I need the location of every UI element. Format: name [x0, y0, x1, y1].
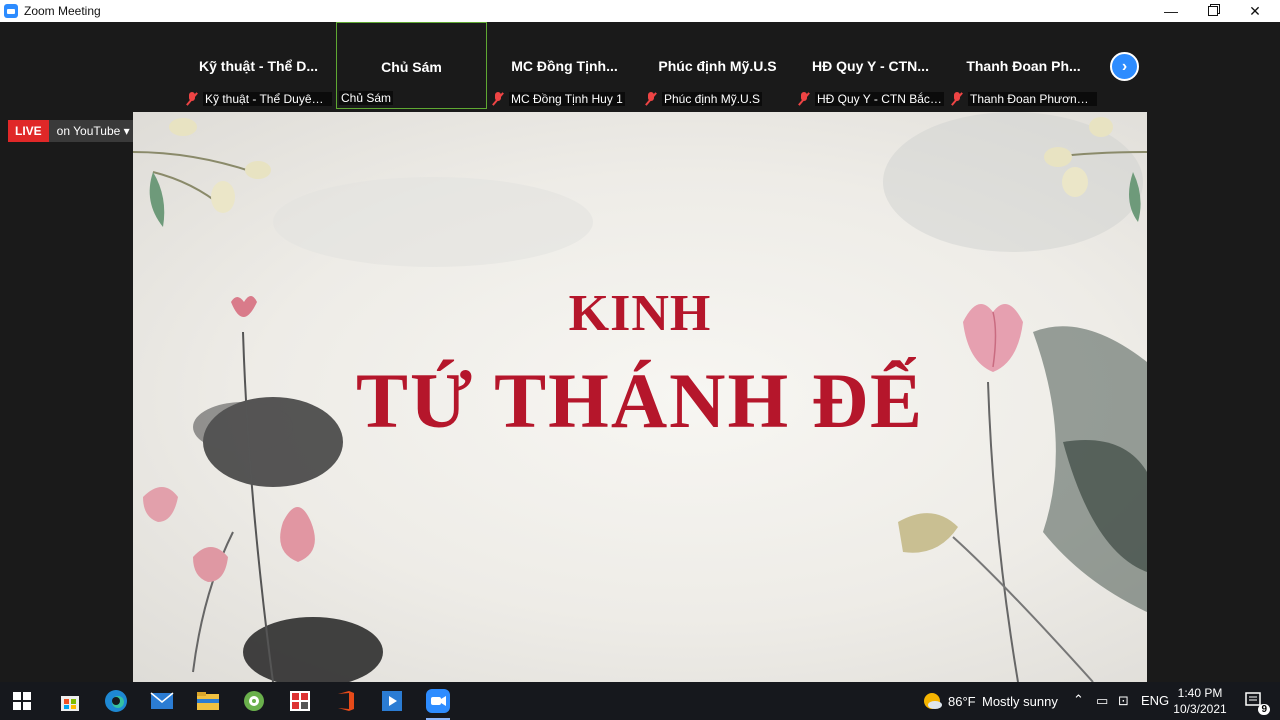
- edge-browser-icon: [105, 690, 127, 712]
- play-icon: [382, 691, 402, 711]
- mic-muted-icon: [185, 91, 199, 106]
- window-title: Zoom Meeting: [24, 4, 101, 18]
- zoom-taskbar-icon[interactable]: [424, 687, 452, 720]
- green-target-icon: [244, 691, 264, 711]
- windows-logo-icon: [13, 692, 31, 710]
- notification-center-button[interactable]: 9: [1240, 687, 1270, 715]
- zoom-camera-icon: [426, 689, 450, 713]
- participant-name: Phúc định Mỹ.U.S: [658, 58, 777, 74]
- participant-label: HĐ Quy Y - CTN Bắc ...: [815, 91, 944, 106]
- keyboard-grid-icon: [290, 691, 310, 711]
- language-indicator[interactable]: ENG: [1141, 693, 1169, 708]
- zoom-app-icon: [4, 4, 18, 18]
- edge-app-icon[interactable]: [102, 687, 130, 715]
- participant-tile[interactable]: HĐ Quy Y - CTN... HĐ Quy Y - CTN Bắc ...: [795, 22, 946, 109]
- participant-tile[interactable]: Phúc định Mỹ.U.S Phúc định Mỹ.U.S: [642, 22, 793, 109]
- slide-title-line2: TỨ THÁNH ĐẾ: [355, 357, 925, 444]
- office-logo-icon: [338, 691, 354, 711]
- clock-date: 10/3/2021: [1173, 702, 1227, 716]
- file-explorer-app-icon[interactable]: [194, 687, 222, 715]
- taskbar: 86°F Mostly sunny ⌃ ▭ ⊡ ENG 1:40 PM 10/3…: [0, 682, 1280, 720]
- participant-label: MC Đồng Tịnh Huy 1: [509, 91, 625, 106]
- show-hidden-icons-chevron-icon[interactable]: ⌃: [1073, 692, 1084, 708]
- mic-muted-icon: [950, 91, 964, 106]
- notification-count-badge: 9: [1258, 704, 1270, 715]
- greenshot-app-icon[interactable]: [240, 687, 268, 715]
- next-page-button[interactable]: ›: [1110, 52, 1139, 81]
- shared-screen-content: KINH TỨ THÁNH ĐẾ: [133, 112, 1147, 682]
- participant-name: MC Đồng Tịnh...: [511, 58, 618, 74]
- mic-muted-icon: [491, 91, 505, 106]
- participant-tile[interactable]: MC Đồng Tịnh... MC Đồng Tịnh Huy 1: [489, 22, 640, 109]
- participant-name: HĐ Quy Y - CTN...: [812, 58, 929, 74]
- media-app-icon[interactable]: [378, 687, 406, 715]
- start-button[interactable]: [8, 687, 36, 715]
- live-badge: LIVE: [8, 120, 49, 142]
- participant-name: Kỹ thuật - Thể D...: [199, 58, 318, 74]
- participant-label: Kỹ thuật - Thể Duyên ...: [203, 91, 332, 106]
- participant-name: Chủ Sám: [381, 59, 442, 75]
- network-icon[interactable]: ⊡: [1118, 693, 1129, 709]
- maximize-button[interactable]: [1190, 0, 1236, 22]
- unikey-app-icon[interactable]: [286, 687, 314, 715]
- weather-description[interactable]: Mostly sunny: [982, 694, 1058, 709]
- meeting-area: Kỹ thuật - Thể D... Kỹ thuật - Thể Duyên…: [0, 22, 1280, 682]
- restore-icon: [1208, 6, 1218, 16]
- participant-tile[interactable]: Thanh Đoan Ph... Thanh Đoan Phương ...: [948, 22, 1099, 109]
- folder-icon: [197, 692, 219, 710]
- chevron-right-icon: ›: [1121, 57, 1128, 75]
- participant-label: Chủ Sám: [339, 90, 394, 105]
- store-bag-icon: [61, 696, 79, 711]
- live-stream-indicator[interactable]: LIVE on YouTube ▾: [8, 120, 138, 142]
- minimize-button[interactable]: —: [1148, 0, 1194, 22]
- participant-label: Thanh Đoan Phương ...: [968, 91, 1097, 106]
- battery-icon[interactable]: ▭: [1096, 693, 1108, 709]
- mic-muted-icon: [644, 91, 658, 106]
- live-destination-dropdown[interactable]: on YouTube ▾: [48, 120, 138, 142]
- participant-strip: Kỹ thuật - Thể D... Kỹ thuật - Thể Duyên…: [183, 22, 1101, 111]
- mail-app-icon[interactable]: [148, 687, 176, 715]
- clock-time: 1:40 PM: [1177, 686, 1223, 700]
- participant-name: Thanh Đoan Ph...: [966, 58, 1081, 74]
- mic-muted-icon: [797, 91, 811, 106]
- office-app-icon[interactable]: [332, 687, 360, 715]
- participant-tile-active-speaker[interactable]: Chủ Sám Chủ Sám: [336, 22, 487, 109]
- mail-envelope-icon: [150, 692, 174, 709]
- store-app-icon[interactable]: [56, 687, 84, 715]
- participant-label: Phúc định Mỹ.U.S: [662, 91, 763, 106]
- weather-sun-icon[interactable]: [918, 687, 946, 715]
- taskbar-clock[interactable]: 1:40 PM 10/3/2021: [1170, 685, 1230, 717]
- slide-title-line1: KINH: [568, 285, 712, 342]
- weather-temperature[interactable]: 86°F: [948, 694, 976, 709]
- participant-tile[interactable]: Kỹ thuật - Thể D... Kỹ thuật - Thể Duyên…: [183, 22, 334, 109]
- close-button[interactable]: ✕: [1232, 0, 1278, 22]
- title-bar: Zoom Meeting — ✕: [0, 0, 1280, 22]
